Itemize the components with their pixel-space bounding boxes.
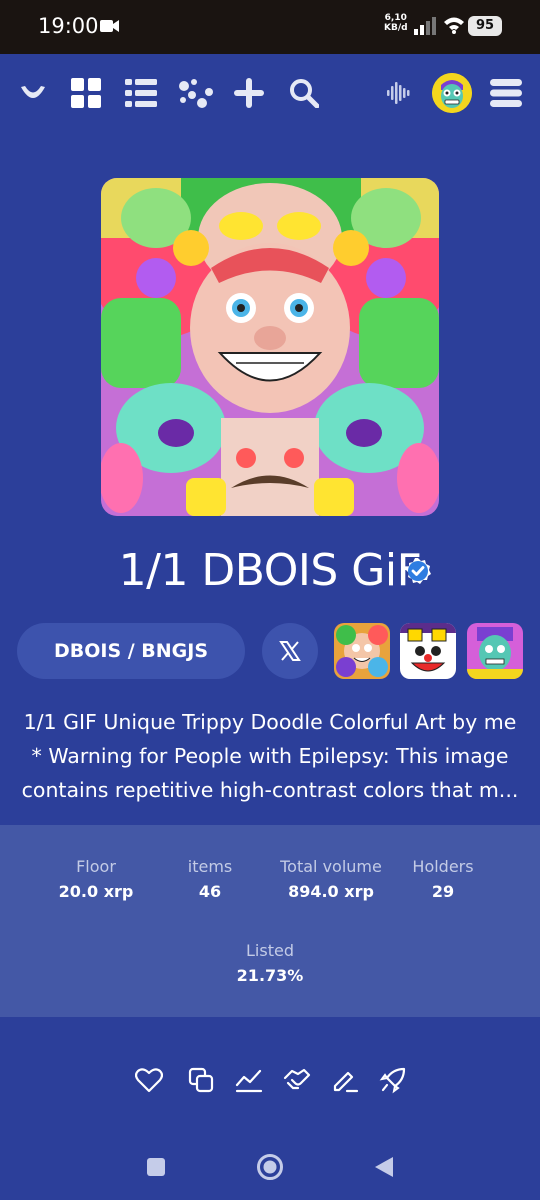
plus-icon[interactable] xyxy=(229,62,269,124)
network-speed-unit: KB/d xyxy=(384,23,408,33)
status-time: 19:00 xyxy=(38,14,99,38)
home-button[interactable] xyxy=(250,1140,290,1194)
x-social-button[interactable] xyxy=(262,623,318,679)
grid-icon[interactable] xyxy=(66,62,106,124)
description-line: * Warning for People with Epilepsy: This… xyxy=(31,744,509,768)
description-line[interactable]: contains repetitive high-contrast colors… xyxy=(14,773,526,807)
stats-panel: Floor 20.0 xrp items 46 Total volume 894… xyxy=(0,825,540,1017)
scatter-icon[interactable] xyxy=(176,62,216,124)
verified-badge-icon xyxy=(406,558,431,584)
logo-icon[interactable] xyxy=(13,62,53,124)
stat-floor: Floor 20.0 xrp xyxy=(46,857,146,901)
stat-items: items 46 xyxy=(170,857,250,901)
stat-value: 20.0 xrp xyxy=(58,882,134,901)
stat-holders: Holders 29 xyxy=(398,857,488,901)
wifi-icon xyxy=(444,17,464,34)
stat-label: Listed xyxy=(246,941,294,960)
chart-icon[interactable] xyxy=(233,1064,265,1096)
title-row: 1/1 DBOIS GiF xyxy=(0,545,540,596)
creator-button[interactable]: DBOIS / BNGJS xyxy=(17,623,245,679)
top-nav xyxy=(0,62,540,124)
avatar[interactable] xyxy=(432,73,472,113)
network-speed-value: 6,10 xyxy=(384,13,407,23)
copy-icon[interactable] xyxy=(185,1064,217,1096)
stat-listed: Listed 21.73% xyxy=(220,941,320,985)
stat-value: 894.0 xrp xyxy=(288,882,374,901)
heart-icon[interactable] xyxy=(133,1064,165,1096)
stat-label: Floor xyxy=(76,857,116,876)
stat-value: 29 xyxy=(431,882,455,901)
related-collection-thumb[interactable] xyxy=(467,623,523,679)
audio-icon[interactable] xyxy=(379,62,419,124)
collection-description: 1/1 GIF Unique Trippy Doodle Colorful Ar… xyxy=(14,705,526,807)
stat-label: Holders xyxy=(412,857,474,876)
handshake-icon[interactable] xyxy=(281,1064,313,1096)
stat-value: 21.73% xyxy=(236,966,304,985)
x-logo-icon xyxy=(279,641,301,661)
stat-total-volume: Total volume 894.0 xrp xyxy=(266,857,396,901)
stat-label: Total volume xyxy=(280,857,382,876)
back-button[interactable] xyxy=(364,1140,404,1194)
list-icon[interactable] xyxy=(121,62,161,124)
search-icon[interactable] xyxy=(284,62,324,124)
collection-image[interactable] xyxy=(101,178,439,516)
stat-value: 46 xyxy=(198,882,222,901)
system-nav-bar xyxy=(0,1140,540,1194)
camera-icon xyxy=(100,20,119,32)
action-bar xyxy=(0,1064,540,1096)
menu-icon[interactable] xyxy=(486,62,526,124)
network-speed: 6,10 KB/d xyxy=(384,13,408,33)
related-collection-thumb[interactable] xyxy=(400,623,456,679)
recents-button[interactable] xyxy=(136,1140,176,1194)
rocket-icon[interactable] xyxy=(377,1064,409,1096)
related-collection-thumb[interactable] xyxy=(334,623,390,679)
edit-icon[interactable] xyxy=(329,1064,361,1096)
signal-icon xyxy=(414,17,436,35)
stat-label: items xyxy=(187,857,233,876)
description-line: 1/1 GIF Unique Trippy Doodle Colorful Ar… xyxy=(23,710,517,734)
collection-title: 1/1 DBOIS GiF xyxy=(118,545,422,596)
status-bar: 19:00 6,10 KB/d 95 xyxy=(0,0,540,54)
battery-indicator: 95 xyxy=(468,16,502,36)
